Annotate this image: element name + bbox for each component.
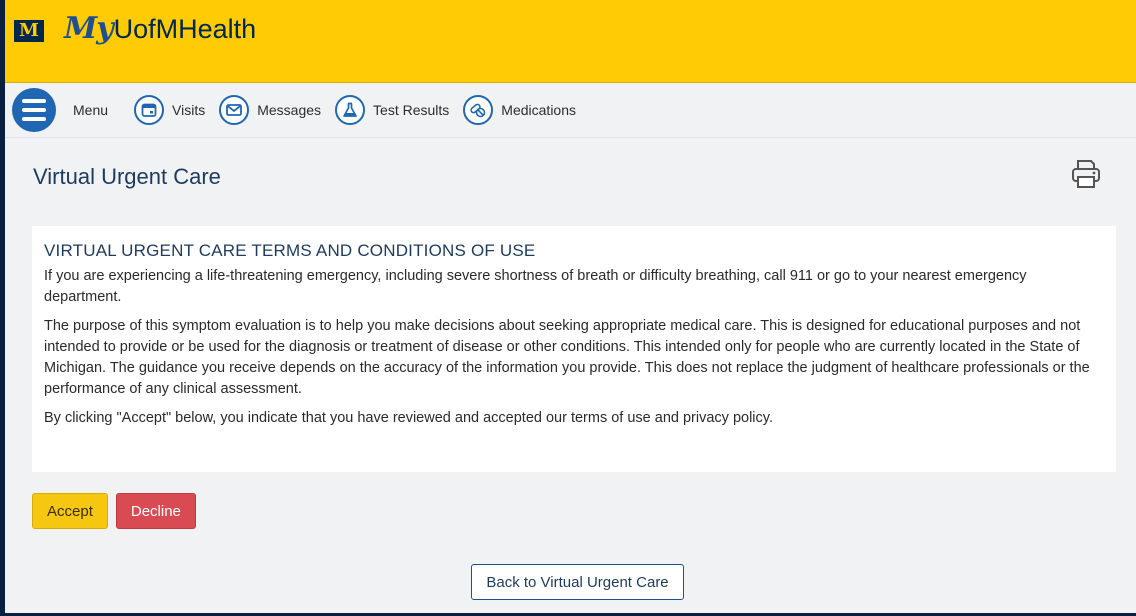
main-nav: Menu Visits Messages Test Results Medica… (0, 83, 1136, 138)
nav-label-messages: Messages (257, 102, 322, 118)
menu-label: Menu (73, 102, 109, 118)
brand-name: UofMHealth (113, 14, 257, 44)
terms-paragraph: The purpose of this symptom evaluation i… (44, 318, 1090, 397)
menu-button[interactable]: Menu (12, 88, 134, 132)
nav-item-medications[interactable]: Medications (463, 95, 576, 125)
nav-label-visits: Visits (172, 102, 206, 118)
main-content: Virtual Urgent Care VIRTUAL URGENT CARE … (0, 138, 1136, 600)
printer-icon[interactable] (1068, 156, 1104, 192)
terms-paragraph: If you are experiencing a life-threateni… (44, 268, 1027, 305)
nav-item-test-results[interactable]: Test Results (335, 95, 449, 125)
app-header: M My UofMHealth (0, 0, 1136, 83)
terms-paragraph: By clicking "Accept" below, you indicate… (44, 410, 773, 426)
nav-item-visits[interactable]: Visits (134, 95, 205, 125)
back-row: Back to Virtual Urgent Care (27, 564, 1108, 600)
flask-icon (335, 95, 366, 125)
pills-icon (463, 95, 494, 125)
terms-panel: VIRTUAL URGENT CARE TERMS AND CONDITIONS… (32, 226, 1116, 472)
decline-button[interactable]: Decline (115, 493, 196, 529)
terms-heading: VIRTUAL URGENT CARE TERMS AND CONDITIONS… (44, 241, 536, 260)
myuofmhealth-logo[interactable]: My UofMHealth (64, 14, 256, 44)
calendar-icon (134, 95, 165, 125)
nav-label-test-results: Test Results (373, 102, 450, 118)
back-to-virtual-urgent-care-button[interactable]: Back to Virtual Urgent Care (471, 564, 684, 600)
hamburger-icon (12, 88, 56, 132)
nav-label-medications: Medications (501, 102, 576, 118)
block-m-logo[interactable]: M (14, 20, 44, 42)
page-title: Virtual Urgent Care (33, 164, 221, 189)
title-row: Virtual Urgent Care (27, 138, 1108, 226)
accept-button[interactable]: Accept (32, 493, 108, 529)
nav-item-messages[interactable]: Messages (219, 95, 321, 125)
envelope-icon (219, 95, 250, 125)
brand-my: My (64, 11, 114, 46)
terms-actions: Accept Decline (32, 493, 1108, 529)
